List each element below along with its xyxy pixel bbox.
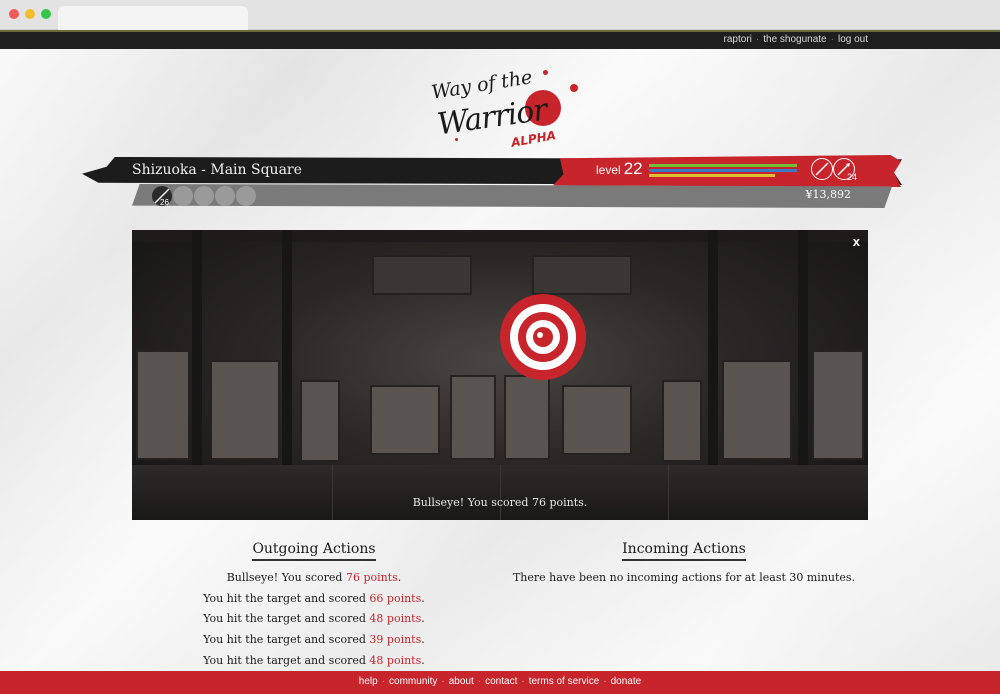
scroll-panel: [504, 375, 550, 460]
shot-result: Bullseye! You scored 76 points.: [412, 496, 588, 509]
footer-terms-link[interactable]: terms of service: [529, 676, 600, 687]
action-text-end: .: [397, 571, 402, 584]
shoji-window: [370, 385, 440, 455]
footer-contact-link[interactable]: contact: [485, 676, 517, 687]
list-item: You hit the target and scored 39 points.: [134, 630, 494, 651]
list-item: Bullseye! You scored 76 points.: [134, 568, 494, 589]
logo-ink-splatter: [543, 70, 548, 75]
upper-window: [372, 255, 472, 295]
nav-separator: ·: [755, 34, 760, 45]
inventory-slot[interactable]: [194, 186, 214, 206]
page: raptori · the shogunate · log out Way of…: [0, 30, 1000, 694]
shoji-window: [136, 350, 190, 460]
nav-logout-link[interactable]: log out: [838, 34, 868, 45]
nav-separator: ·: [830, 34, 834, 45]
footer-separator: ·: [381, 676, 386, 687]
ceiling-beam: [132, 230, 868, 242]
level-value: 22: [623, 159, 643, 178]
upper-window: [532, 255, 632, 295]
footer-community-link[interactable]: community: [389, 676, 437, 687]
list-item: You hit the target and scored 48 points.: [134, 651, 494, 672]
incoming-actions-title: Incoming Actions: [622, 541, 746, 561]
action-text: You hit the target and scored: [203, 612, 370, 626]
shoji-window: [812, 350, 864, 460]
top-nav: raptori · the shogunate · log out: [724, 34, 868, 45]
inventory-slot[interactable]: [236, 186, 256, 206]
action-text: You hit the target and scored: [203, 633, 370, 647]
action-points: 76 points: [345, 571, 398, 584]
health-bar: [649, 164, 797, 167]
shoji-window: [562, 385, 632, 455]
footer-separator: ·: [477, 676, 482, 687]
maximize-window-icon[interactable]: [41, 9, 51, 19]
shoji-window: [210, 360, 280, 460]
shoji-window: [662, 380, 702, 462]
inventory-slot[interactable]: [215, 186, 235, 206]
slot-count: 26: [160, 198, 169, 207]
stat-bars: [649, 164, 797, 179]
close-scene-button[interactable]: x: [853, 234, 860, 249]
action-points: 39 points: [369, 633, 422, 647]
level-indicator: level 22: [596, 159, 643, 179]
money-balance: ¥13,892: [805, 188, 852, 201]
logo-ink-splatter: [570, 84, 578, 92]
browser-tab[interactable]: [58, 6, 248, 30]
floor-line: [500, 465, 501, 520]
weapon-slot-katana[interactable]: [811, 158, 833, 180]
floor-line: [668, 465, 669, 520]
list-item: You hit the target and scored 66 points.: [134, 589, 494, 610]
level-label: level: [596, 163, 621, 177]
scroll-panel: [450, 375, 496, 460]
footer-donate-link[interactable]: donate: [611, 676, 642, 687]
dojo-scene: x Bullseye! You scored 76 points.: [132, 230, 868, 520]
energy-bar: [649, 169, 797, 172]
shoji-window: [722, 360, 792, 460]
outgoing-actions-list: Bullseye! You scored 76 points. You hit …: [134, 568, 494, 672]
close-window-icon[interactable]: [9, 9, 19, 19]
nav-user-link[interactable]: raptori: [724, 34, 752, 45]
experience-bar: [649, 174, 775, 177]
outgoing-actions-title: Outgoing Actions: [252, 541, 376, 561]
incoming-actions-message: There have been no incoming actions for …: [512, 571, 856, 584]
footer-help-link[interactable]: help: [359, 676, 378, 687]
footer-nav: help · community · about · contact · ter…: [0, 676, 1000, 687]
weapon-count: 24: [847, 172, 858, 182]
footer-about-link[interactable]: about: [449, 676, 474, 687]
action-text: You hit the target and scored: [203, 591, 370, 605]
action-text: Bullseye! You scored: [226, 571, 346, 584]
footer: help · community · about · contact · ter…: [0, 671, 1000, 694]
shoji-window: [300, 380, 340, 462]
action-text: You hit the target and scored: [203, 653, 370, 667]
top-bar: raptori · the shogunate · log out: [0, 30, 1000, 49]
action-points: 48 points: [369, 612, 422, 626]
footer-separator: ·: [603, 676, 607, 687]
inventory-slot[interactable]: [173, 186, 193, 206]
action-text-end: .: [421, 612, 425, 626]
logo[interactable]: Way of the Warrior ALPHA: [425, 62, 595, 174]
action-points: 66 points: [369, 591, 422, 605]
incoming-actions: Incoming Actions There have been no inco…: [504, 538, 864, 588]
action-text-end: .: [421, 591, 425, 605]
outgoing-actions: Outgoing Actions Bullseye! You scored 76…: [134, 538, 494, 672]
action-text-end: .: [421, 633, 425, 647]
action-points: 48 points: [369, 653, 422, 667]
archery-target[interactable]: [499, 293, 587, 381]
location-name: Shizuoka - Main Square: [132, 162, 302, 178]
katana-icon: [815, 162, 829, 176]
minimize-window-icon[interactable]: [25, 9, 35, 19]
list-item: You hit the target and scored 48 points.: [134, 609, 494, 630]
floor-line: [332, 465, 333, 520]
footer-separator: ·: [441, 676, 445, 687]
footer-separator: ·: [521, 676, 525, 687]
nav-shogunate-link[interactable]: the shogunate: [763, 34, 826, 45]
action-text-end: .: [421, 653, 425, 667]
browser-chrome: [0, 0, 1000, 30]
